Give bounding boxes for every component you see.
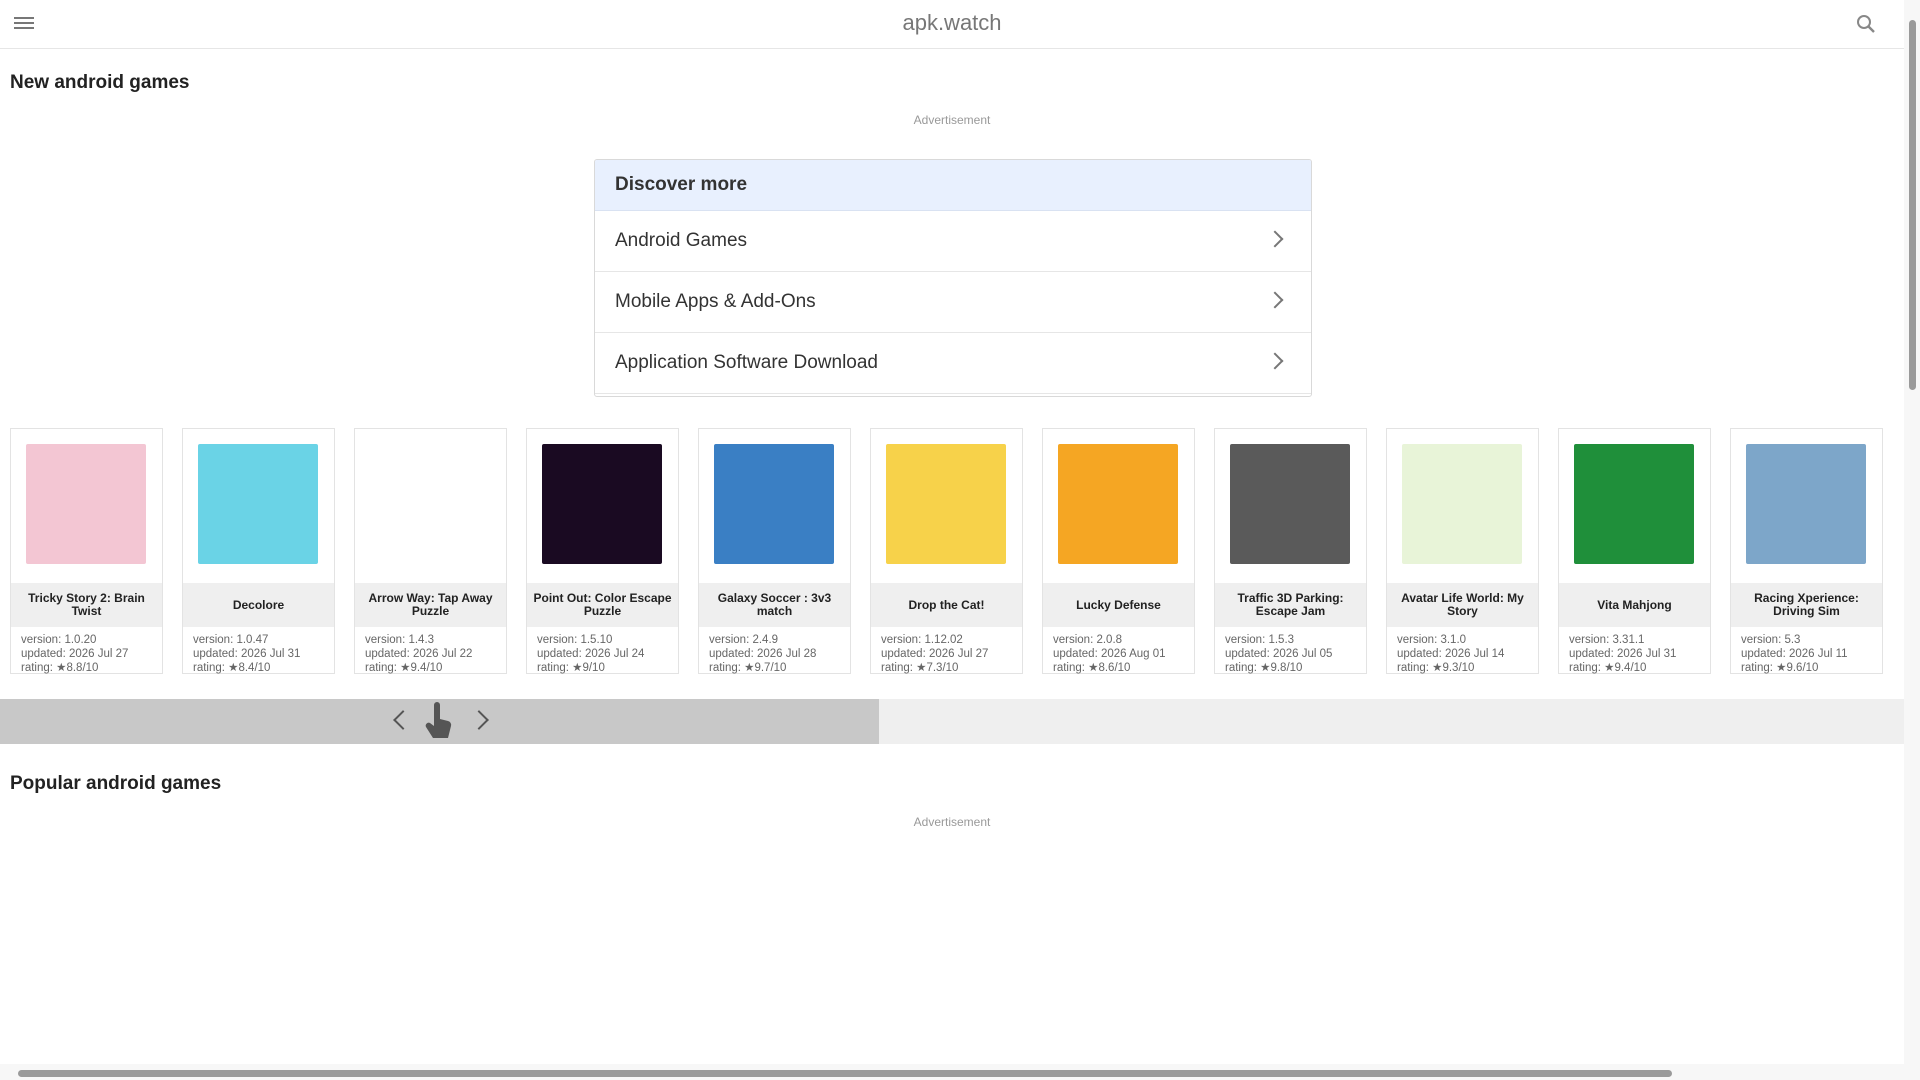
app-card[interactable]: Decolore version: 1.0.47 updated: 2026 Ju… <box>182 428 335 674</box>
app-meta: version: 5.3 updated: 2026 Jul 11 rating: … <box>1741 634 1848 674</box>
discover-item-label: Android Games <box>615 230 748 251</box>
app-name: Tricky Story 2: Brain Twist <box>11 583 162 627</box>
horizontal-scroll-thumb[interactable] <box>18 1070 1672 1077</box>
discover-item-android-games[interactable]: Android Games <box>595 211 1311 272</box>
discover-item-label: Application Software Download <box>615 352 878 373</box>
app-icon-vita-mahjong <box>1574 444 1694 564</box>
app-name: Point Out: Color Escape Puzzle <box>527 583 678 627</box>
app-card[interactable]: Drop the Cat! version: 1.12.02 updated: 2… <box>870 428 1023 674</box>
app-meta: version: 1.12.02 updated: 2026 Jul 27 rati… <box>881 634 989 674</box>
app-icon-decolore <box>198 444 318 564</box>
app-meta: version: 3.1.0 updated: 2026 Jul 14 rating… <box>1397 634 1505 674</box>
new-games-carousel: Tricky Story 2: Brain Twist version: 1.0… <box>10 428 1904 674</box>
app-card[interactable]: Traffic 3D Parking: Escape Jam version: … <box>1214 428 1367 674</box>
app-name: Lucky Defense <box>1043 583 1194 627</box>
ad-label: Advertisement <box>913 815 991 829</box>
app-meta: version: 2.0.8 updated: 2026 Aug 01 rating… <box>1053 634 1166 674</box>
app-card[interactable]: Vita Mahjong version: 3.31.1 updated: 202… <box>1558 428 1711 674</box>
app-card[interactable]: Tricky Story 2: Brain Twist version: 1.0… <box>10 428 163 674</box>
app-card[interactable]: Avatar Life World: My Story version: 3.1… <box>1386 428 1539 674</box>
vertical-scroll-thumb[interactable] <box>1909 20 1916 390</box>
swipe-hand-icon <box>420 699 456 744</box>
vertical-scrollbar[interactable] <box>1904 0 1920 1080</box>
app-icon-traffic-parking <box>1230 444 1350 564</box>
chevron-right-icon <box>1266 291 1284 309</box>
discover-item-label: Mobile Apps & Add-Ons <box>615 291 816 312</box>
search-icon[interactable] <box>1854 12 1878 36</box>
top-bar: apk.watch <box>0 0 1904 49</box>
app-meta: version: 1.0.47 updated: 2026 Jul 31 ratin… <box>193 634 301 674</box>
section-title-new: New android games <box>10 72 190 93</box>
carousel-scrollbar[interactable] <box>0 699 1904 744</box>
chevron-right-icon <box>1266 230 1284 248</box>
app-name: Galaxy Soccer : 3v3 match <box>699 583 850 627</box>
discover-more-card: Discover more Android Games Mobile Apps … <box>594 159 1312 397</box>
app-meta: version: 1.4.3 updated: 2026 Jul 22 rating… <box>365 634 473 674</box>
app-name: Traffic 3D Parking: Escape Jam <box>1215 583 1366 627</box>
app-icon-point-out <box>542 444 662 564</box>
app-icon-tricky-story <box>26 444 146 564</box>
discover-item-software-download[interactable]: Application Software Download <box>595 333 1311 394</box>
app-icon-lucky-defense <box>1058 444 1178 564</box>
app-name: Avatar Life World: My Story <box>1387 583 1538 627</box>
app-icon-arrow-way <box>370 444 490 564</box>
horizontal-scrollbar[interactable] <box>0 1064 1904 1080</box>
app-meta: version: 2.4.9 updated: 2026 Jul 28 rating… <box>709 634 817 674</box>
app-meta: version: 1.5.3 updated: 2026 Jul 05 rating… <box>1225 634 1333 674</box>
discover-item-mobile-apps[interactable]: Mobile Apps & Add-Ons <box>595 272 1311 333</box>
app-meta: version: 1.0.20 updated: 2026 Jul 27 ratin… <box>21 634 129 674</box>
app-card[interactable]: Lucky Defense version: 2.0.8 updated: 202… <box>1042 428 1195 674</box>
discover-more-title: Discover more <box>595 160 1311 211</box>
app-card[interactable]: Point Out: Color Escape Puzzle version: … <box>526 428 679 674</box>
app-name: Racing Xperience: Driving Sim <box>1731 583 1882 627</box>
app-card[interactable]: Galaxy Soccer : 3v3 match version: 2.4.9… <box>698 428 851 674</box>
app-name: Arrow Way: Tap Away Puzzle <box>355 583 506 627</box>
app-name: Vita Mahjong <box>1559 583 1710 627</box>
app-name: Drop the Cat! <box>871 583 1022 627</box>
app-meta: version: 1.5.10 updated: 2026 Jul 24 ratin… <box>537 634 645 674</box>
app-name: Decolore <box>183 583 334 627</box>
section-title-popular: Popular android games <box>10 773 222 794</box>
ad-label: Advertisement <box>913 113 991 127</box>
chevron-right-icon <box>1266 352 1284 370</box>
site-title[interactable]: apk.watch <box>0 10 1904 36</box>
app-card[interactable]: Arrow Way: Tap Away Puzzle version: 1.4.… <box>354 428 507 674</box>
app-icon-avatar-life <box>1402 444 1522 564</box>
app-icon-drop-the-cat <box>886 444 1006 564</box>
app-icon-racing-xperience <box>1746 444 1866 564</box>
app-meta: version: 3.31.1 updated: 2026 Jul 31 ratin… <box>1569 634 1677 674</box>
app-card[interactable]: Racing Xperience: Driving Sim version: 5… <box>1730 428 1883 674</box>
app-icon-galaxy-soccer <box>714 444 834 564</box>
